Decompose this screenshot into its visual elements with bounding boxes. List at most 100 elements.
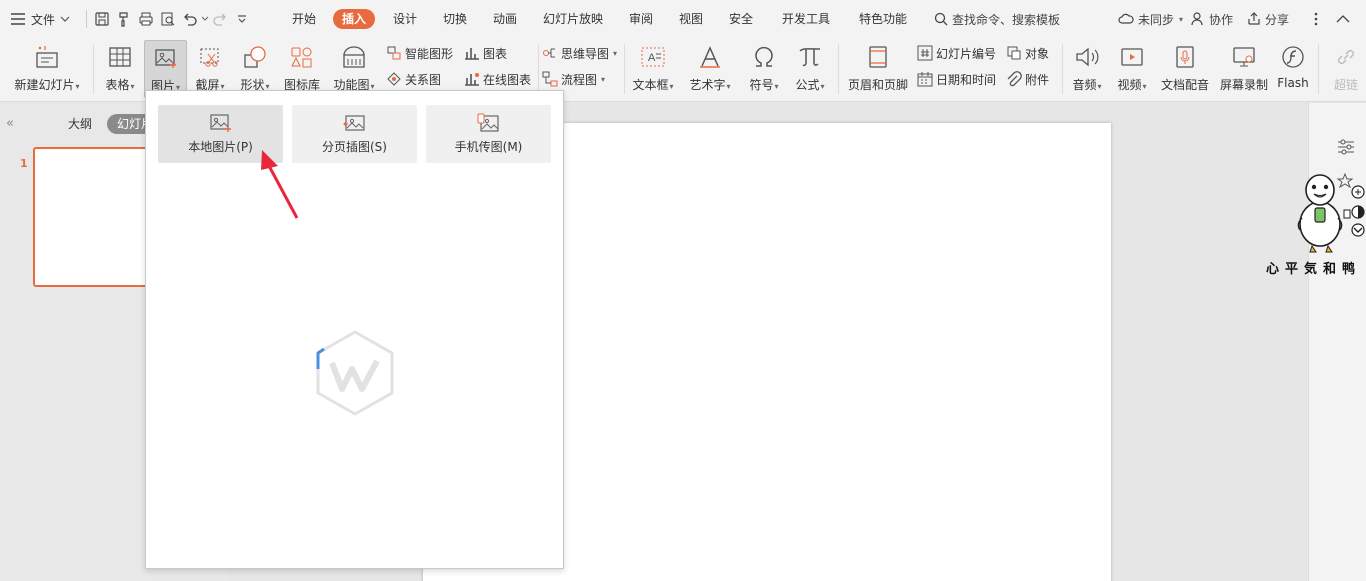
flash-button[interactable]: Flash <box>1275 40 1311 98</box>
table-icon <box>108 40 132 74</box>
datetime-label: 日期和时间 <box>936 72 997 87</box>
search-placeholder: 查找命令、搜索模板 <box>952 12 1061 27</box>
screen-record-label: 屏幕录制 <box>1219 78 1268 92</box>
collapse-ribbon-icon[interactable] <box>1336 0 1350 38</box>
svg-text:A: A <box>648 52 656 64</box>
tab-home[interactable]: 开始 <box>290 9 318 29</box>
formula-button[interactable]: 公式▾ <box>790 40 830 98</box>
hash-icon <box>917 45 933 61</box>
print-preview-icon[interactable] <box>157 8 179 30</box>
online-chart-label: 在线图表 <box>483 72 532 87</box>
tab-design[interactable]: 设计 <box>391 9 419 29</box>
smart-art-button[interactable]: 智能图形 <box>386 43 453 63</box>
annotation-arrow <box>255 148 305 222</box>
tab-review[interactable]: 审阅 <box>627 9 655 29</box>
flash-icon <box>1281 40 1305 74</box>
omega-icon <box>751 40 777 74</box>
chevron-down-icon[interactable] <box>201 16 209 22</box>
paged-insert-option[interactable]: 分页插图(S) <box>292 105 417 163</box>
audio-button[interactable]: 音频▾ <box>1068 40 1106 98</box>
paged-insert-icon <box>342 113 367 133</box>
online-chart-button[interactable]: 在线图表 <box>464 69 531 89</box>
phone-transfer-option[interactable]: 手机传图(M) <box>426 105 551 163</box>
share-button[interactable]: 分享 <box>1247 0 1289 38</box>
video-label: 视频 <box>1117 78 1142 92</box>
command-search[interactable]: 查找命令、搜索模板 <box>934 0 1060 38</box>
customize-toolbar-icon[interactable] <box>231 8 253 30</box>
tab-special[interactable]: 特色功能 <box>857 9 909 29</box>
calendar-icon <box>917 71 933 87</box>
new-slide-button[interactable]: 新建幻灯片▾ <box>10 40 84 98</box>
object-label: 对象 <box>1025 46 1050 61</box>
tab-view[interactable]: 视图 <box>677 9 705 29</box>
settings-sliders-icon[interactable] <box>1337 139 1355 155</box>
smart-art-icon <box>386 45 402 61</box>
header-footer-button[interactable]: 页眉和页脚 <box>845 40 911 98</box>
relation-chart-icon <box>386 71 402 87</box>
header-footer-label: 页眉和页脚 <box>847 78 908 92</box>
mind-map-button[interactable]: 思维导图 ▾ <box>542 43 617 63</box>
collapse-panel-icon[interactable]: « <box>6 116 14 131</box>
chevron-down-icon: ▾ <box>1142 82 1147 91</box>
file-menu[interactable]: 文件 <box>10 0 70 38</box>
divider <box>1062 44 1063 94</box>
tab-slideshow[interactable]: 幻灯片放映 <box>541 9 605 29</box>
formula-label: 公式 <box>795 78 820 92</box>
divider <box>838 44 839 94</box>
screen-record-icon <box>1231 40 1257 74</box>
textbox-button[interactable]: A 文本框▾ <box>630 40 676 98</box>
textbox-icon: A <box>640 40 666 74</box>
watermark-text: 心平気和鸭 <box>1266 262 1362 277</box>
tab-transition[interactable]: 切换 <box>441 9 469 29</box>
table-button[interactable]: 表格▾ <box>101 40 139 98</box>
save-icon[interactable] <box>91 8 113 30</box>
chevron-down-icon: ▾ <box>613 48 618 58</box>
slide-number-label: 幻灯片编号 <box>936 46 997 61</box>
print-icon[interactable] <box>135 8 157 30</box>
tab-insert[interactable]: 插入 <box>333 9 376 29</box>
textbox-label: 文本框 <box>632 78 669 92</box>
hyperlink-button[interactable]: 超链 <box>1326 40 1366 98</box>
share-icon <box>1247 12 1261 26</box>
screen-record-button[interactable]: 屏幕录制 <box>1217 40 1271 98</box>
video-button[interactable]: 视频▾ <box>1112 40 1152 98</box>
duck-mascot-image <box>1284 168 1366 256</box>
format-painter-icon[interactable] <box>113 8 135 30</box>
quick-access-toolbar <box>86 0 253 38</box>
chevron-down-icon: ▾ <box>669 82 674 91</box>
tab-developer[interactable]: 开发工具 <box>780 9 832 29</box>
flash-label: Flash <box>1277 76 1309 90</box>
collaborate-button[interactable]: 协作 <box>1191 0 1233 38</box>
sync-button[interactable]: 未同步 ▾ <box>1118 0 1183 38</box>
tab-security[interactable]: 安全 <box>727 9 755 29</box>
smart-art-label: 智能图形 <box>405 46 454 61</box>
share-label: 分享 <box>1265 12 1290 27</box>
tab-outline[interactable]: 大纲 <box>68 115 92 132</box>
bar-chart-icon <box>464 45 480 61</box>
attachment-button[interactable]: 附件 <box>1006 69 1049 89</box>
more-options-icon[interactable] <box>1314 0 1318 38</box>
chart-button[interactable]: 图表 <box>464 43 507 63</box>
flowchart-label: 流程图 <box>561 72 598 87</box>
person-icon <box>1191 12 1205 26</box>
tab-animation[interactable]: 动画 <box>491 9 519 29</box>
slide-number-button[interactable]: 幻灯片编号 <box>917 43 996 63</box>
picture-dropdown: 本地图片(P) 分页插图(S) 手机传图(M) <box>145 90 564 569</box>
header-footer-icon <box>867 40 889 74</box>
doc-dubbing-button[interactable]: 文档配音 <box>1158 40 1212 98</box>
redo-icon[interactable] <box>209 8 231 30</box>
wordart-icon <box>697 40 723 74</box>
chevron-down-icon: ▾ <box>601 74 606 84</box>
undo-icon[interactable] <box>179 8 201 30</box>
online-chart-icon <box>464 71 480 87</box>
flowchart-button[interactable]: 流程图 ▾ <box>542 69 605 89</box>
relation-chart-button[interactable]: 关系图 <box>386 69 441 89</box>
phone-transfer-label: 手机传图(M) <box>454 140 523 154</box>
phone-transfer-icon <box>477 113 501 133</box>
datetime-button[interactable]: 日期和时间 <box>917 69 996 89</box>
symbol-button[interactable]: 符号▾ <box>744 40 784 98</box>
paged-insert-label: 分页插图(S) <box>322 140 387 154</box>
symbol-label: 符号 <box>749 78 774 92</box>
wordart-button[interactable]: 艺术字▾ <box>685 40 735 98</box>
object-button[interactable]: 对象 <box>1006 43 1049 63</box>
